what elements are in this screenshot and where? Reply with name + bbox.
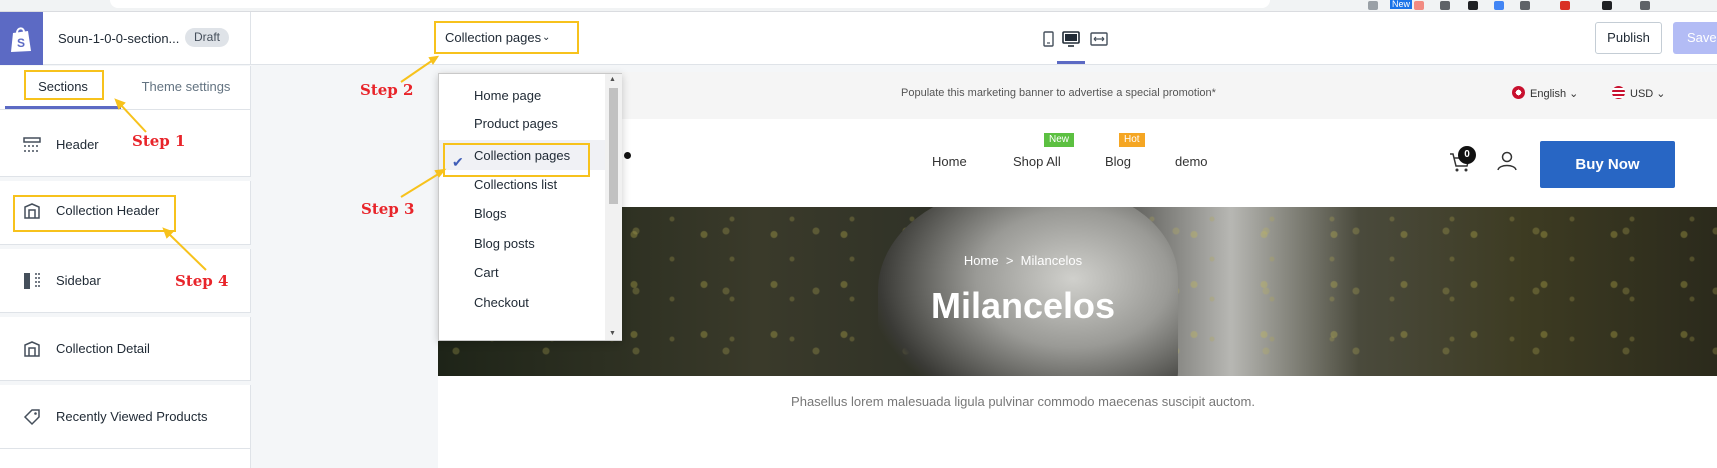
step-1-label: Step 1 <box>132 132 186 150</box>
step3-arrow <box>400 172 441 198</box>
step-2-label: Step 2 <box>360 81 414 99</box>
annotation-arrows <box>114 55 447 271</box>
step-3-label: Step 3 <box>361 200 415 218</box>
step1-arrow <box>119 103 147 133</box>
step2-arrow <box>400 59 434 83</box>
screen: New S Soun-1-0-0-section... Draft Collec… <box>0 0 1717 468</box>
step-4-label: Step 4 <box>175 272 229 290</box>
step4-arrow <box>167 232 207 271</box>
